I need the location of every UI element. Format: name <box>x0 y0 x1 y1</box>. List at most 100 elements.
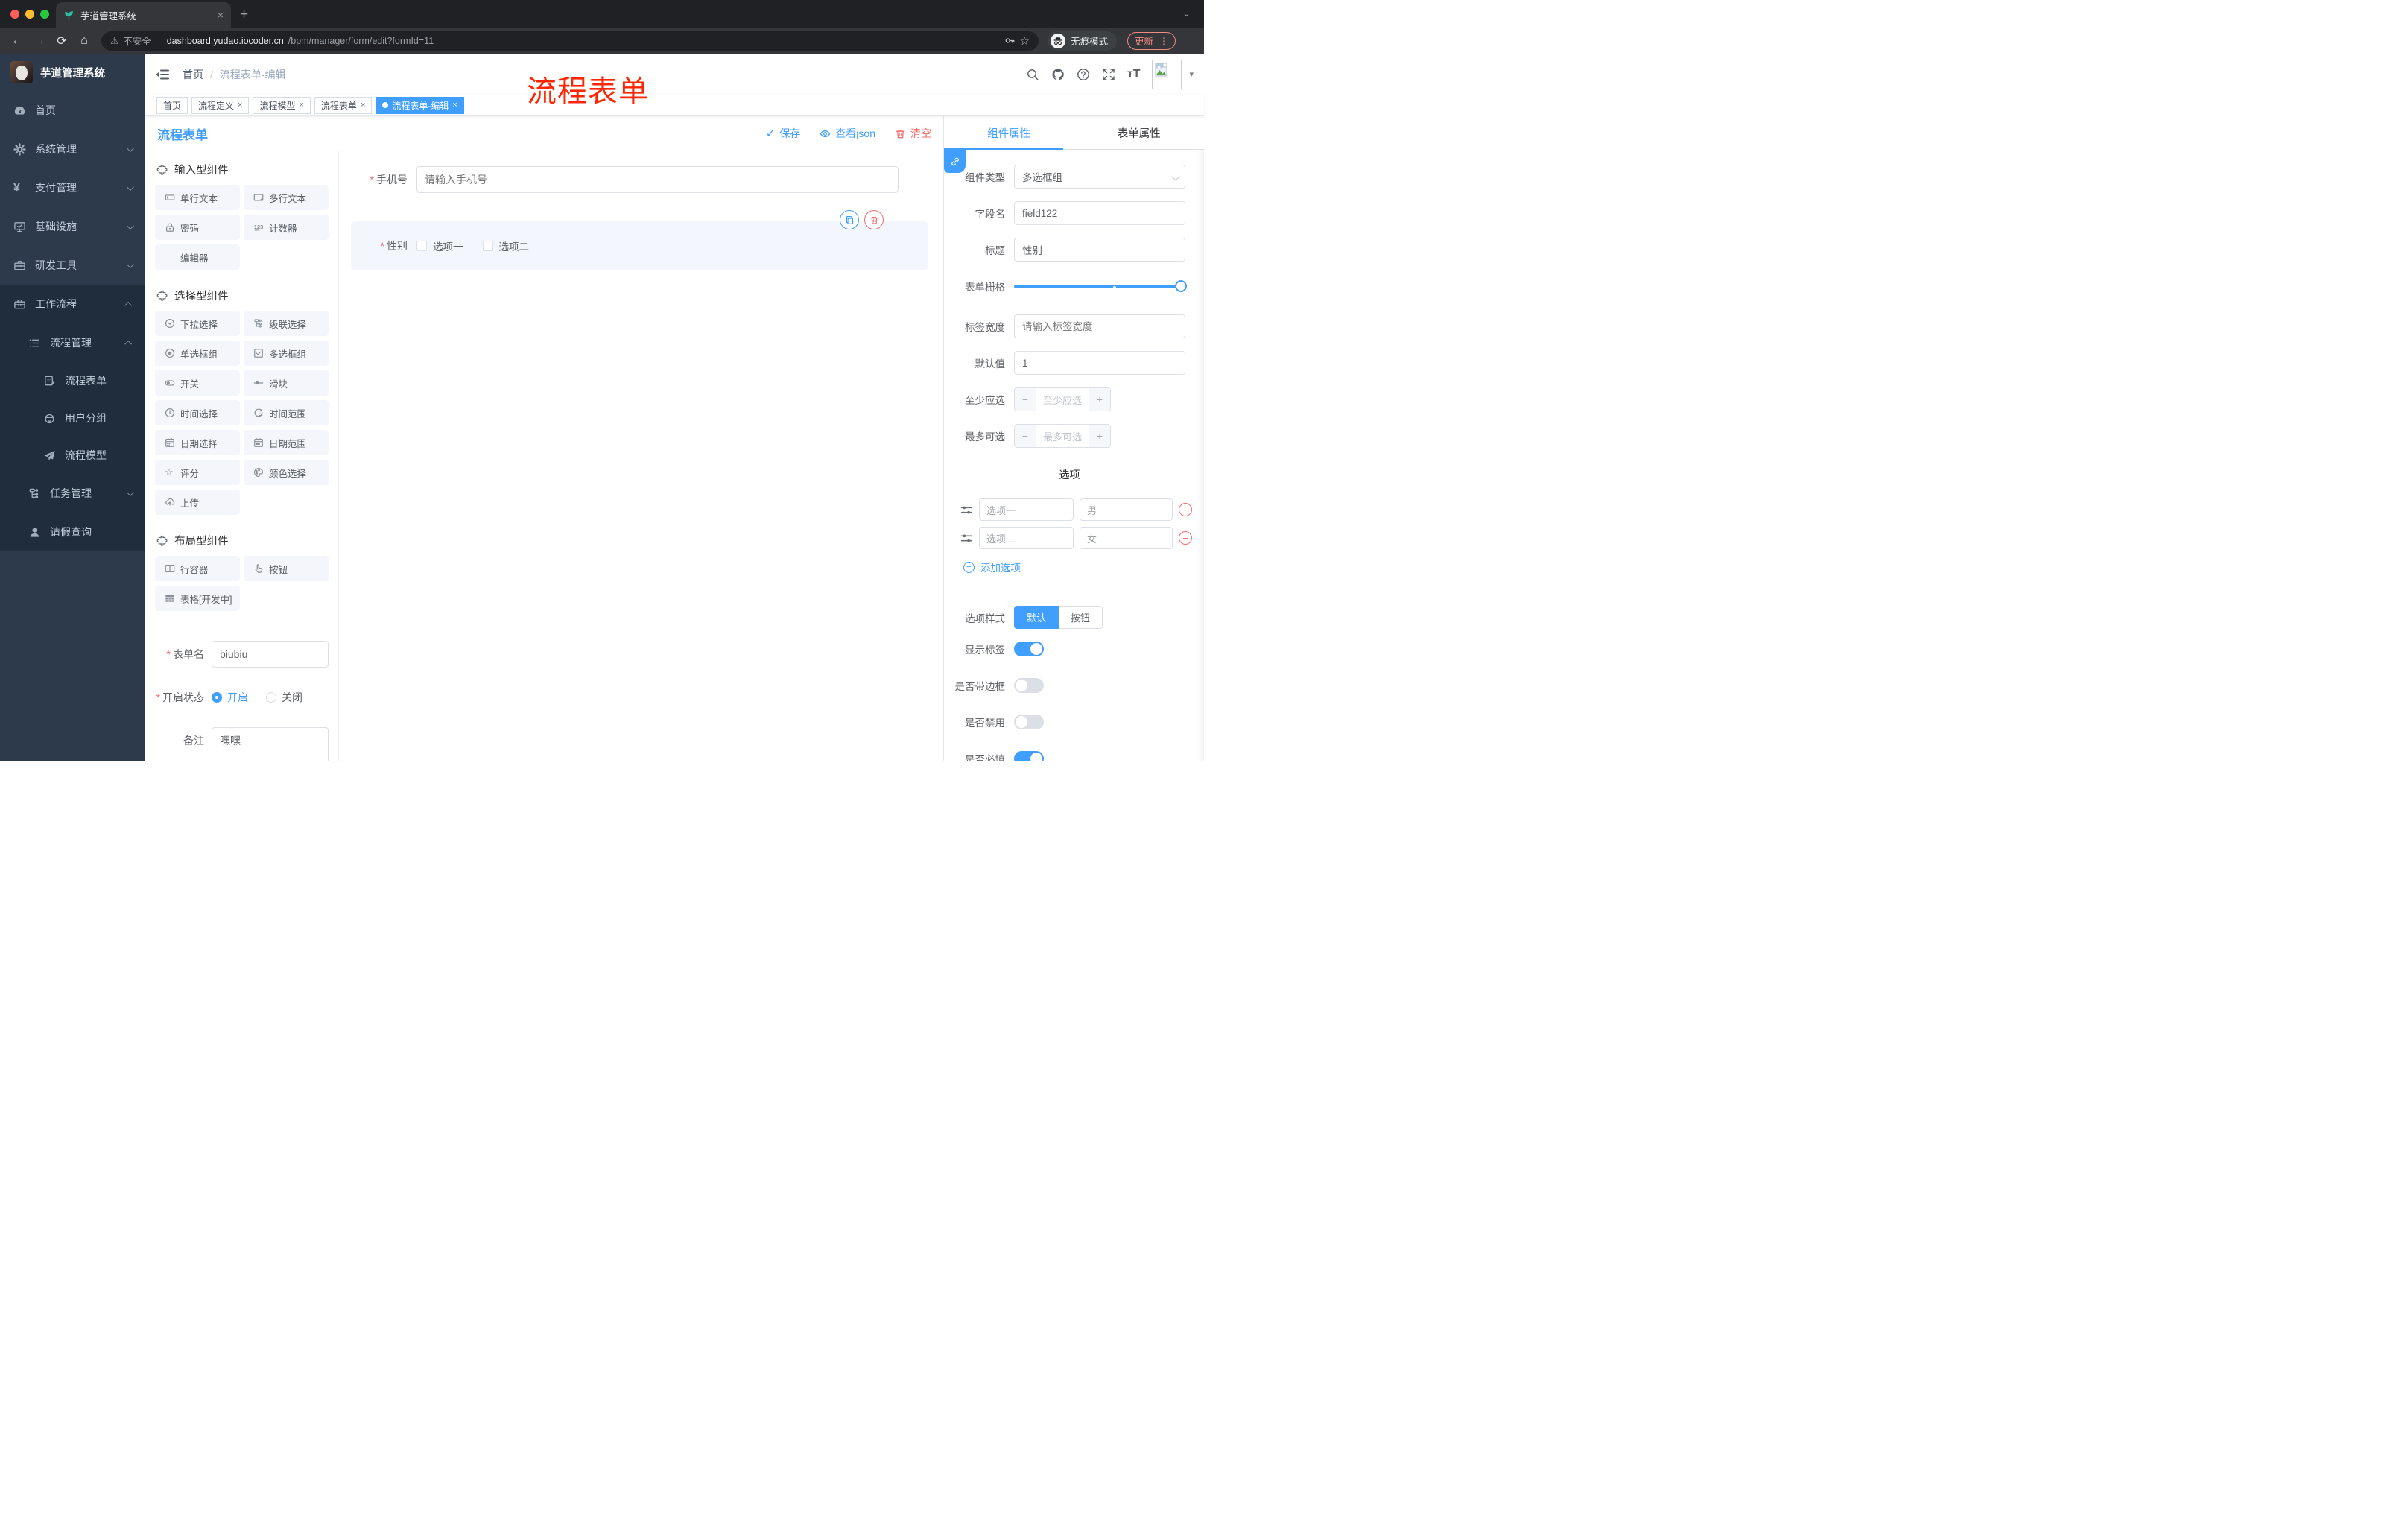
collapse-sidebar-icon[interactable] <box>156 69 169 80</box>
gender-option-1-checkbox[interactable]: 选项一 <box>416 238 463 253</box>
browser-tab[interactable]: 芋道管理系统 × <box>56 2 231 28</box>
min-select-placeholder[interactable]: 至少应选 <box>1036 388 1089 411</box>
field-name-input[interactable] <box>1014 201 1185 225</box>
required-toggle[interactable] <box>1014 751 1044 762</box>
sidebar-item-leave-query[interactable]: 请假查询 <box>0 513 145 551</box>
form-canvas[interactable]: *手机号 *性别 选项一 选项二 <box>339 151 943 762</box>
style-button-button[interactable]: 按钮 <box>1059 606 1103 629</box>
bookmark-star-icon[interactable]: ☆ <box>1020 34 1030 48</box>
window-zoom-button[interactable] <box>40 10 49 19</box>
sidebar-item-process-model[interactable]: 流程模型 <box>0 437 145 474</box>
delete-component-button[interactable] <box>864 210 884 229</box>
tag-process-form[interactable]: 流程表单 × <box>314 96 373 114</box>
canvas-field-phone[interactable]: * 手机号 <box>351 166 899 193</box>
sidebar-item-user-group[interactable]: 用户分组 <box>0 399 145 437</box>
palette-item-editor[interactable]: 编辑器 <box>155 244 240 270</box>
security-label[interactable]: 不安全 <box>123 34 151 48</box>
increase-button[interactable]: + <box>1089 388 1110 411</box>
palette-item-button[interactable]: 按钮 <box>244 556 329 581</box>
palette-item-switch[interactable]: 开关 <box>155 370 240 396</box>
breadcrumb-home[interactable]: 首页 <box>183 67 203 82</box>
sidebar-item-infra[interactable]: 基础设施 <box>0 207 145 246</box>
palette-item-date-range[interactable]: 日期范围 <box>244 430 329 455</box>
browser-update-button[interactable]: 更新 ⋮ <box>1127 31 1176 50</box>
phone-input[interactable] <box>416 166 899 193</box>
decrease-button[interactable]: − <box>1015 388 1036 411</box>
github-icon[interactable] <box>1051 68 1065 81</box>
duplicate-component-button[interactable] <box>840 210 859 229</box>
palette-item-table[interactable]: 表格[开发中] <box>155 586 240 611</box>
app-logo[interactable]: 芋道管理系统 <box>0 54 145 91</box>
avatar[interactable] <box>1152 59 1182 89</box>
back-icon[interactable]: ← <box>7 34 27 48</box>
new-tab-button[interactable]: + <box>240 7 248 23</box>
remove-option-button[interactable]: − <box>1179 503 1192 516</box>
gender-option-2-checkbox[interactable]: 选项二 <box>482 238 529 253</box>
close-icon[interactable]: × <box>452 101 457 110</box>
sidebar-item-system[interactable]: 系统管理 <box>0 130 145 168</box>
tab-form-props[interactable]: 表单属性 <box>1074 116 1205 149</box>
option-1-label-input[interactable] <box>979 498 1074 521</box>
tag-process-form-edit[interactable]: 流程表单-编辑 × <box>376 96 464 114</box>
palette-item-color-picker[interactable]: 颜色选择 <box>244 460 329 485</box>
help-icon[interactable] <box>1077 68 1090 81</box>
save-button[interactable]: ✓ 保存 <box>766 126 801 141</box>
reload-icon[interactable]: ⟳ <box>52 34 72 48</box>
drag-handle-icon[interactable] <box>960 532 973 545</box>
palette-item-counter[interactable]: 计数器 <box>244 215 329 240</box>
scrollbar[interactable] <box>1197 150 1204 762</box>
sidebar-item-task-mgmt[interactable]: 任务管理 <box>0 474 145 513</box>
tag-home[interactable]: 首页 <box>156 96 188 114</box>
form-remark-textarea[interactable]: 嘿嘿 <box>212 727 329 762</box>
option-2-label-input[interactable] <box>979 527 1074 549</box>
palette-item-select[interactable]: 下拉选择 <box>155 311 240 336</box>
default-value-input[interactable] <box>1014 351 1185 375</box>
font-size-icon[interactable]: ᴛT <box>1127 68 1141 81</box>
sidebar-item-process-form[interactable]: 流程表单 <box>0 362 145 399</box>
option-2-value-input[interactable] <box>1080 527 1173 549</box>
decrease-button[interactable]: − <box>1015 425 1036 447</box>
fullscreen-icon[interactable] <box>1102 68 1115 81</box>
close-icon[interactable]: × <box>361 101 365 110</box>
grid-slider[interactable] <box>1014 274 1187 298</box>
avatar-caret-icon[interactable]: ▾ <box>1189 69 1194 79</box>
home-icon[interactable]: ⌂ <box>75 34 94 48</box>
palette-item-upload[interactable]: 上传 <box>155 490 240 515</box>
option-1-value-input[interactable] <box>1080 498 1173 521</box>
palette-item-rate[interactable]: ☆ 评分 <box>155 460 240 485</box>
add-option-button[interactable]: + 添加选项 <box>963 560 1194 574</box>
palette-item-radio-group[interactable]: 单选框组 <box>155 341 240 366</box>
tag-process-definition[interactable]: 流程定义 × <box>191 96 250 114</box>
slider-handle[interactable] <box>1175 280 1187 292</box>
disabled-toggle[interactable] <box>1014 715 1044 729</box>
password-key-icon[interactable] <box>1004 35 1016 46</box>
link-handle[interactable] <box>944 150 966 173</box>
style-default-button[interactable]: 默认 <box>1014 606 1059 629</box>
tab-search-chevron-icon[interactable]: ⌄ <box>1182 7 1191 19</box>
sidebar-item-devtools[interactable]: 研发工具 <box>0 246 145 285</box>
drag-handle-icon[interactable] <box>960 504 973 516</box>
window-minimize-button[interactable] <box>25 10 34 19</box>
sidebar-item-workflow[interactable]: 工作流程 <box>0 285 145 323</box>
remove-option-button[interactable]: − <box>1179 531 1192 545</box>
palette-item-checkbox-group[interactable]: 多选框组 <box>244 341 329 366</box>
palette-item-row-container[interactable]: 行容器 <box>155 556 240 581</box>
sidebar-item-home[interactable]: 首页 <box>0 91 145 130</box>
palette-item-date-picker[interactable]: 日期选择 <box>155 430 240 455</box>
status-on-radio[interactable]: 开启 <box>212 690 248 705</box>
tab-component-props[interactable]: 组件属性 <box>944 116 1074 149</box>
label-width-input[interactable] <box>1014 314 1185 338</box>
component-type-select[interactable] <box>1014 165 1185 189</box>
forward-icon[interactable]: → <box>30 34 49 48</box>
show-label-toggle[interactable] <box>1014 642 1044 656</box>
search-icon[interactable] <box>1026 68 1039 81</box>
palette-item-slider[interactable]: 滑块 <box>244 370 329 396</box>
title-input[interactable] <box>1014 238 1185 262</box>
status-off-radio[interactable]: 关闭 <box>266 690 302 705</box>
palette-item-time-picker[interactable]: 时间选择 <box>155 400 240 425</box>
border-toggle[interactable] <box>1014 678 1044 693</box>
palette-item-time-range[interactable]: 时间范围 <box>244 400 329 425</box>
palette-item-password[interactable]: 密码 <box>155 215 240 240</box>
clear-button[interactable]: 清空 <box>895 126 931 141</box>
sidebar-item-payment[interactable]: ¥ 支付管理 <box>0 168 145 207</box>
